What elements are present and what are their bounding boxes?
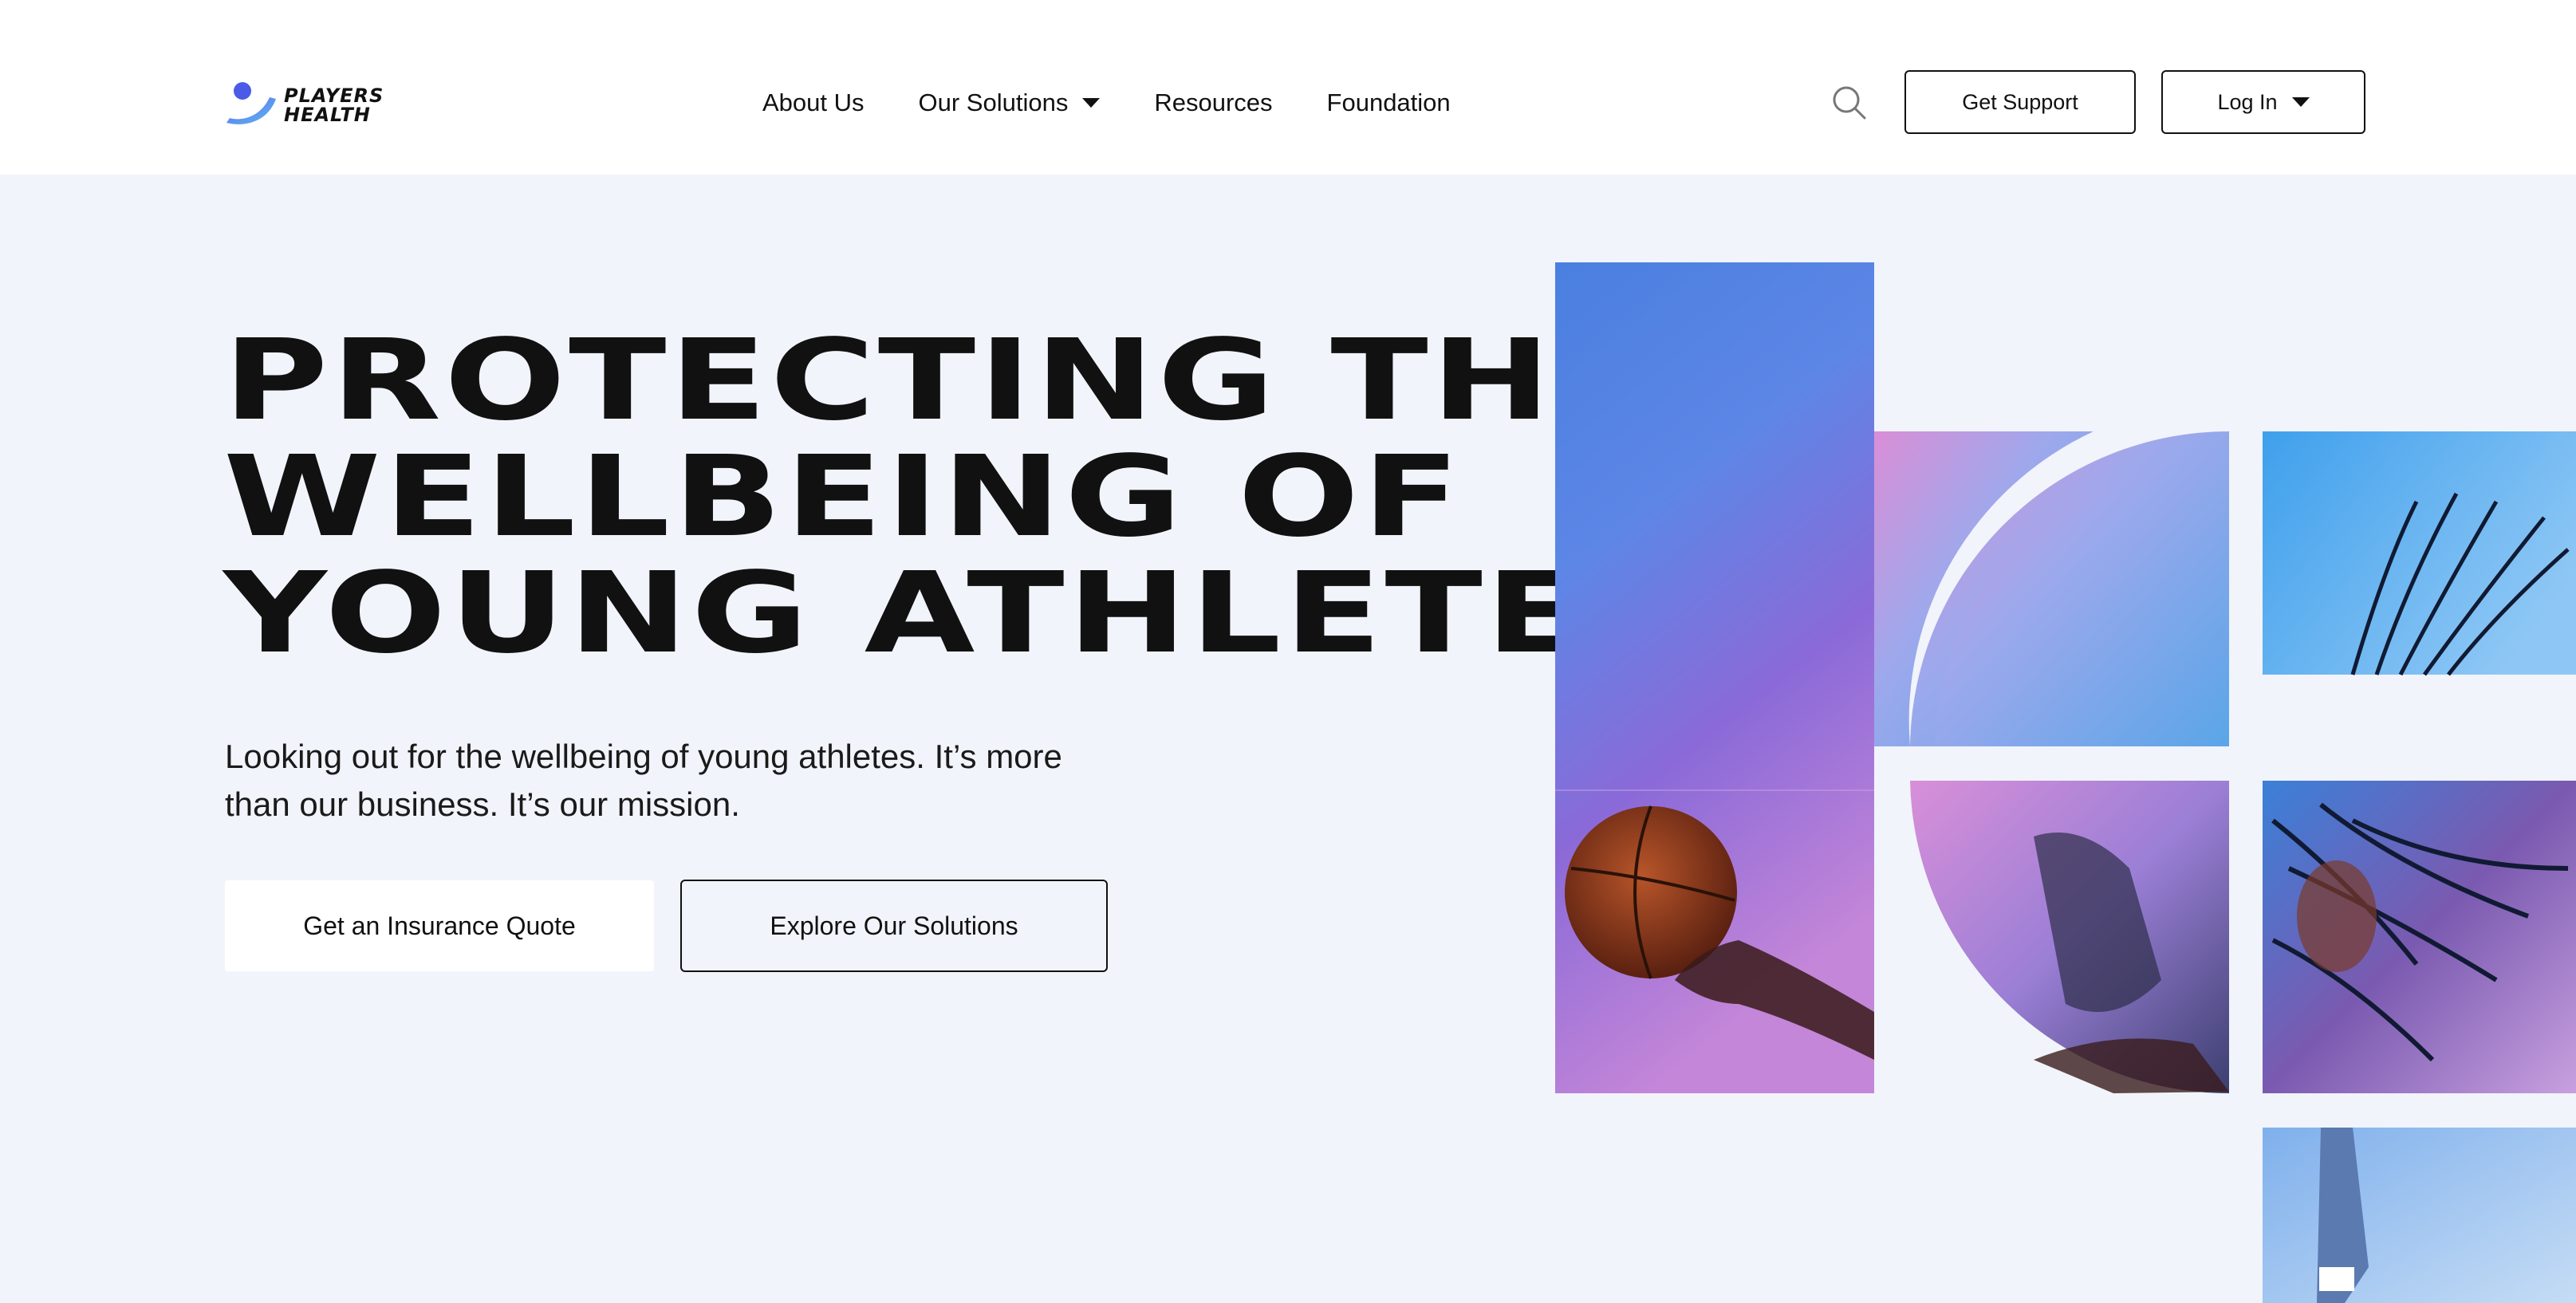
hero-photo-collage bbox=[1555, 262, 2576, 1303]
search-icon bbox=[1833, 86, 1866, 120]
logo-mark-icon bbox=[226, 82, 276, 124]
get-support-label: Get Support bbox=[1962, 89, 2078, 114]
nav-item-foundation[interactable]: Foundation bbox=[1327, 89, 1451, 117]
explore-solutions-button[interactable]: Explore Our Solutions bbox=[680, 880, 1108, 972]
log-in-label: Log In bbox=[2217, 89, 2278, 114]
get-insurance-quote-button[interactable]: Get an Insurance Quote bbox=[225, 880, 654, 971]
nav-item-label: Resources bbox=[1154, 89, 1273, 116]
hero-section: PROTECTING THE WELLBEING OF YOUNG ATHLET… bbox=[0, 175, 2576, 1303]
players-health-logo[interactable]: PLAYERS HEALTH bbox=[225, 80, 408, 128]
nav-item-our-solutions[interactable]: Our Solutions bbox=[919, 89, 1101, 117]
main-nav: About Us Our Solutions Resources Foundat… bbox=[762, 83, 1505, 123]
chevron-down-icon bbox=[2291, 97, 2310, 107]
legs-photo-bottom-panel bbox=[2263, 1128, 2576, 1303]
athlete-photo-mosaic bbox=[1555, 262, 2576, 1303]
nav-item-about-us[interactable]: About Us bbox=[762, 89, 865, 117]
chevron-down-icon bbox=[1082, 98, 1101, 108]
jump-photo-arc-panel bbox=[1874, 431, 2229, 746]
hero-subtext: Looking out for the wellbeing of young a… bbox=[225, 738, 1062, 823]
hair-photo-top-panel bbox=[2263, 431, 2576, 676]
search-button[interactable] bbox=[1831, 85, 1868, 121]
basketball-photo-panel bbox=[1555, 262, 1874, 1093]
nav-item-label: Our Solutions bbox=[918, 89, 1069, 116]
get-support-button[interactable]: Get Support bbox=[1904, 70, 2136, 134]
nav-item-resources[interactable]: Resources bbox=[1154, 89, 1272, 117]
site-header: PLAYERS HEALTH About Us Our Solutions Re… bbox=[0, 0, 2576, 175]
get-insurance-quote-label: Get an Insurance Quote bbox=[303, 911, 576, 940]
logo-line-2: HEALTH bbox=[284, 104, 371, 126]
logo-wordmark: PLAYERS HEALTH bbox=[284, 86, 412, 124]
jump-photo-lower-panel bbox=[1910, 781, 2229, 1093]
hair-photo-middle-panel bbox=[2263, 781, 2576, 1093]
explore-solutions-label: Explore Our Solutions bbox=[770, 911, 1018, 940]
logo-line-1: PLAYERS bbox=[284, 85, 384, 107]
nav-item-label: Foundation bbox=[1326, 89, 1451, 116]
nav-item-label: About Us bbox=[762, 89, 865, 116]
log-in-button[interactable]: Log In bbox=[2161, 70, 2365, 134]
